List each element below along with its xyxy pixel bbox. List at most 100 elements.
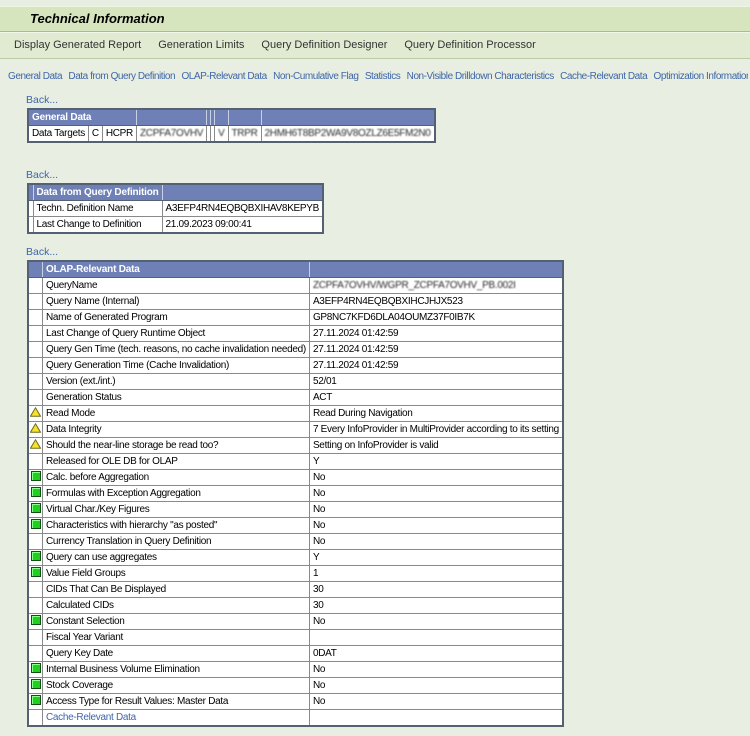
green-status-icon	[30, 519, 41, 530]
status-icon-cell	[27, 613, 43, 630]
nav-link-6[interactable]: Cache-Relevant Data	[560, 71, 648, 82]
row-value: 1	[308, 565, 564, 582]
warning-triangle-icon	[29, 407, 42, 418]
toolbar-item-3[interactable]: Query Definition Processor	[404, 39, 535, 51]
status-icon-cell	[27, 341, 43, 358]
row-value: 7 Every InfoProvider in MultiProvider ac…	[308, 421, 564, 438]
toolbar-item-0[interactable]: Display Generated Report	[14, 39, 141, 51]
table-row: Generation Status ACT	[27, 389, 564, 406]
toolbar-item-1[interactable]: Generation Limits	[158, 39, 244, 51]
status-icon-cell	[27, 357, 43, 374]
row-value: 27.11.2024 01:42:59	[308, 341, 564, 358]
green-status-icon	[30, 567, 41, 578]
nav-link-4[interactable]: Statistics	[365, 71, 401, 82]
nav-link-5[interactable]: Non-Visible Drilldown Characteristics	[407, 71, 555, 82]
table-row: Data Targets C HCPR ZCPFA7OVHV V TRPR 2HMH6T8B…	[27, 125, 436, 143]
row-value: ZCPFA7OVHV/WGPR_ZCPFA7OVHV_PB.002I	[308, 277, 564, 294]
table-row: Last Change to Definition 21.09.2023 09:0…	[27, 216, 324, 234]
row-label: Query Name (Internal)	[42, 293, 310, 310]
row-label: Should the near-line storage be read too…	[42, 437, 310, 454]
toolbar-item-2[interactable]: Query Definition Designer	[261, 39, 387, 51]
row-label: Released for OLE DB for OLAP	[42, 453, 310, 470]
nav-link-1[interactable]: Data from Query Definition	[68, 71, 175, 82]
status-icon-cell	[27, 453, 43, 470]
status-icon-cell	[27, 389, 43, 406]
table-title: General Data	[27, 108, 137, 126]
back-link[interactable]: Back...	[26, 94, 750, 106]
row-value: No	[308, 485, 564, 502]
table-row: QueryName ZCPFA7OVHV/WGPR_ZCPFA7OVHV_PB.0…	[27, 277, 564, 294]
status-icon-cell	[27, 549, 43, 566]
row-label: Query Generation Time (Cache Invalidatio…	[42, 357, 310, 374]
row-label: Last Change of Query Runtime Object	[42, 325, 310, 342]
row-value: No	[308, 661, 564, 678]
table-row: Name of Generated Program GP8NC7KFD6DLA04…	[27, 309, 564, 326]
table-row: Should the near-line storage be read too…	[27, 437, 564, 454]
status-icon-cell	[27, 597, 43, 614]
green-status-icon	[30, 679, 41, 690]
status-icon-cell	[27, 325, 43, 342]
status-icon-cell	[27, 501, 43, 518]
status-icon-cell	[27, 517, 43, 534]
status-icon-cell	[27, 437, 43, 454]
cache-relevant-data-link[interactable]: Cache-Relevant Data	[46, 712, 136, 723]
table-row: Released for OLE DB for OLAP Y	[27, 453, 564, 470]
table-row: Query Gen Time (tech. reasons, no cache …	[27, 341, 564, 358]
status-icon-cell	[27, 405, 43, 422]
row-value: No	[308, 693, 564, 710]
table-row: Read Mode Read During Navigation	[27, 405, 564, 422]
table-row: Last Change of Query Runtime Object 27.11…	[27, 325, 564, 342]
row-label: Query can use aggregates	[42, 549, 310, 566]
status-icon-cell	[27, 533, 43, 550]
table-row: Fiscal Year Variant	[27, 629, 564, 646]
nav-link-7[interactable]: Optimization Information	[654, 71, 748, 82]
row-value: No	[308, 501, 564, 518]
row-label: Constant Selection	[42, 613, 310, 630]
row-value: 0DAT	[308, 645, 564, 662]
row-value: No	[308, 677, 564, 694]
row-label: Virtual Char./Key Figures	[42, 501, 310, 518]
row-label: Access Type for Result Values: Master Da…	[42, 693, 310, 710]
row-label: Fiscal Year Variant	[42, 629, 310, 646]
toolbar: Display Generated Report Generation Limit…	[0, 32, 750, 59]
green-status-icon	[30, 615, 41, 626]
nav-link-2[interactable]: OLAP-Relevant Data	[181, 71, 267, 82]
table-row: Query can use aggregates Y	[27, 549, 564, 566]
table-row: Calc. before Aggregation No	[27, 469, 564, 486]
row-label: Query Key Date	[42, 645, 310, 662]
table-header-row: OLAP-Relevant Data	[27, 260, 564, 278]
olap-table: OLAP-Relevant Data QueryName ZCPFA7OVHV/WG…	[27, 260, 564, 727]
back-link-text[interactable]: Back...	[26, 94, 58, 106]
table-cell: 2HMH6T8BP2WA9V8OZLZ6E5FM2N0	[260, 125, 436, 143]
table-title: OLAP-Relevant Data	[42, 260, 310, 278]
status-icon-cell	[27, 277, 43, 294]
table-row: Cache-Relevant Data	[27, 709, 564, 727]
status-icon-cell	[27, 565, 43, 582]
row-value: No	[308, 613, 564, 630]
table-cell: V	[214, 125, 229, 143]
table-row: Characteristics with hierarchy "as poste…	[27, 517, 564, 534]
table-row: Query Name (Internal) A3EFP4RN4EQBQBXIHCJ…	[27, 293, 564, 310]
row-label: Data Integrity	[42, 421, 310, 438]
section-nav-links: General Data Data from Query Definition …	[8, 71, 748, 83]
nav-link-3[interactable]: Non-Cumulative Flag	[273, 71, 359, 82]
table-header-row: Data from Query Definition	[27, 183, 324, 201]
row-label: Name of Generated Program	[42, 309, 310, 326]
back-link-text[interactable]: Back...	[26, 246, 58, 258]
status-icon-cell	[27, 293, 43, 310]
back-link[interactable]: Back...	[26, 246, 750, 258]
table-row: Query Generation Time (Cache Invalidatio…	[27, 357, 564, 374]
row-value	[308, 629, 564, 646]
nav-link-0[interactable]: General Data	[8, 71, 63, 82]
row-label: Internal Business Volume Elimination	[42, 661, 310, 678]
row-label: Stock Coverage	[42, 677, 310, 694]
row-value: 30	[308, 597, 564, 614]
row-label: Calc. before Aggregation	[42, 469, 310, 486]
back-link[interactable]: Back...	[26, 169, 750, 181]
status-icon-cell	[27, 629, 43, 646]
page-title: Technical Information	[0, 6, 750, 32]
table-cell: Data Targets	[27, 125, 89, 143]
back-link-text[interactable]: Back...	[26, 169, 58, 181]
query-definition-table: Data from Query Definition Techn. Definit…	[27, 183, 325, 234]
table-row: Stock Coverage No	[27, 677, 564, 694]
